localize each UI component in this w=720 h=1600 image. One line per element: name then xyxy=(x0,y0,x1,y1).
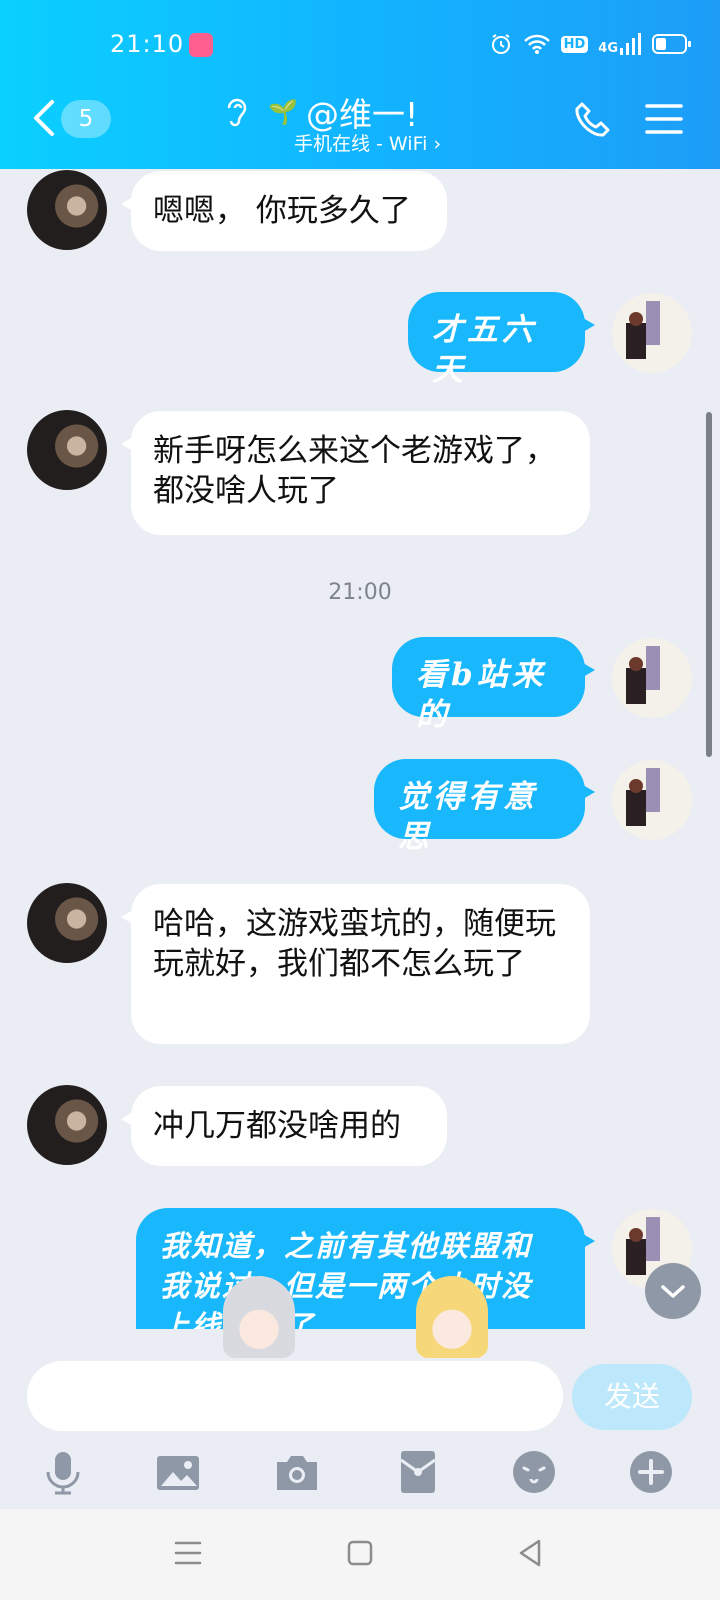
scroll-to-bottom-button[interactable] xyxy=(645,1263,701,1319)
unread-count-badge[interactable]: 5 xyxy=(61,100,111,138)
phone-icon[interactable] xyxy=(574,100,612,138)
wifi-icon xyxy=(523,34,550,54)
message-bubble-incoming[interactable]: 冲几万都没啥用的 xyxy=(121,1086,447,1166)
input-area: 发送 xyxy=(0,1276,720,1509)
image-icon[interactable] xyxy=(154,1448,202,1496)
home-icon[interactable] xyxy=(340,1533,380,1573)
my-avatar[interactable] xyxy=(612,638,692,718)
message-bubble-outgoing[interactable]: 看b站来的 xyxy=(392,637,595,733)
contact-avatar[interactable] xyxy=(27,1085,107,1165)
silver-hair-mascot-icon xyxy=(223,1276,295,1358)
contact-avatar[interactable] xyxy=(27,170,107,250)
system-navigation-bar xyxy=(0,1509,720,1600)
recent-apps-icon[interactable] xyxy=(168,1533,208,1573)
my-avatar[interactable] xyxy=(612,293,692,373)
app-notification-icon xyxy=(189,33,213,57)
microphone-icon[interactable] xyxy=(39,1448,87,1496)
status-icons: HD 4G xyxy=(489,32,692,56)
my-avatar[interactable] xyxy=(612,760,692,840)
chat-header: 21:10 HD 4G 5 🌱 @维一! 手机在线 - WiFi › xyxy=(0,0,720,169)
back-nav-icon[interactable] xyxy=(511,1533,551,1573)
plus-icon[interactable] xyxy=(627,1448,675,1496)
alarm-icon xyxy=(491,34,510,54)
ear-icon[interactable] xyxy=(225,96,249,130)
message-bubble-outgoing[interactable]: 觉得有意思 xyxy=(374,759,595,855)
message-bubble-incoming[interactable]: 新手呀怎么来这个老游戏了，都没啥人玩了 xyxy=(121,411,590,535)
blonde-mascot-icon xyxy=(416,1276,488,1358)
online-status[interactable]: 手机在线 - WiFi › xyxy=(294,129,441,156)
battery-icon xyxy=(652,34,691,54)
chevron-down-icon xyxy=(661,1285,685,1298)
message-input[interactable] xyxy=(27,1361,563,1431)
hd-icon: HD xyxy=(560,35,589,53)
scrollbar[interactable] xyxy=(706,412,712,757)
contact-avatar[interactable] xyxy=(27,883,107,963)
message-bubble-outgoing[interactable]: 才五六天 xyxy=(408,292,595,388)
camera-icon[interactable] xyxy=(273,1448,321,1496)
red-packet-icon[interactable] xyxy=(394,1448,442,1496)
message-bubble-incoming[interactable]: 哈哈，这游戏蛮坑的，随便玩玩就好，我们都不怎么玩了 xyxy=(121,884,590,1044)
contact-avatar[interactable] xyxy=(27,410,107,490)
menu-icon[interactable] xyxy=(645,102,683,136)
back-icon[interactable] xyxy=(28,96,62,140)
message-timestamp: 21:00 xyxy=(328,580,392,605)
message-bubble-incoming[interactable]: 嗯嗯， 你玩多久了 xyxy=(121,171,447,251)
4g-signal-icon: 4G xyxy=(598,33,642,55)
sprout-icon: 🌱 xyxy=(268,98,298,126)
emoji-icon[interactable] xyxy=(510,1448,558,1496)
status-time: 21:10 xyxy=(110,30,185,58)
send-button[interactable]: 发送 xyxy=(572,1364,692,1430)
